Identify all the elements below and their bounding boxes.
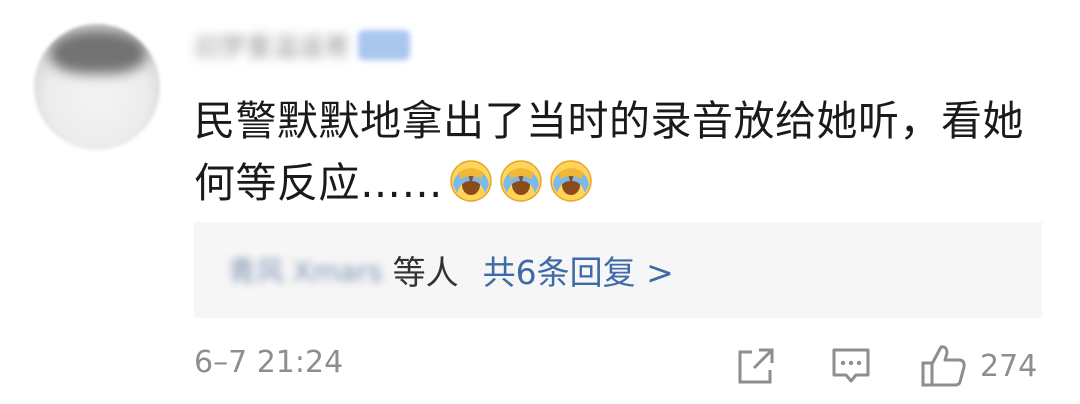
reply-suffix: 等人 [392,253,459,292]
share-button[interactable] [735,342,777,390]
share-icon [735,345,777,387]
comment-timestamp: 6–7 21:24 [194,345,344,380]
reply-preview[interactable]: 青风 Xmars 等人 共6条回复 > [194,222,1042,318]
like-button[interactable]: 274 [920,342,1037,390]
thumbs-up-icon [920,343,968,389]
facepalm-cry-emoji [549,158,593,202]
comment-text: 民警默默地拿出了当时的录音放给她听，看她何等反应…… [194,90,1054,214]
view-replies-link[interactable]: 共6条回复 > [483,246,674,294]
comment-icon [830,345,872,387]
comment-body: 民警默默地拿出了当时的录音放给她听，看她何等反应…… [194,97,1024,207]
reply-users: 青风 Xmars [228,255,383,288]
username[interactable]: 旧梦重温遥寄 [194,27,350,64]
like-count: 274 [980,348,1038,384]
facepalm-cry-emoji [499,158,543,202]
avatar-hair [50,30,146,74]
avatar[interactable] [34,24,160,150]
comment-button[interactable] [830,342,872,390]
user-badge [358,30,411,60]
username-row: 旧梦重温遥寄 [194,27,411,64]
facepalm-cry-emoji [449,158,493,202]
